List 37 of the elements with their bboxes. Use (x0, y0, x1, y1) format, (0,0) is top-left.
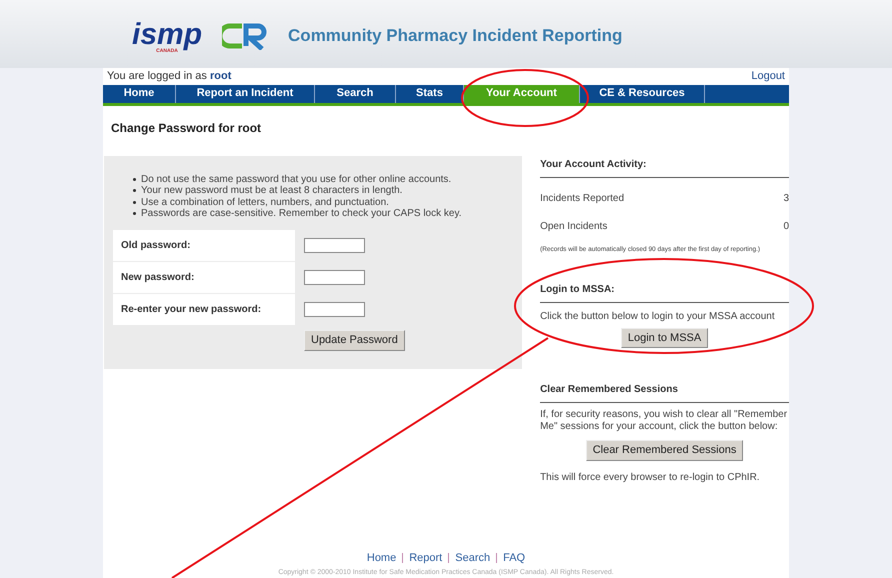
sessions-text: If, for security reasons, you wish to clear all "Remember Me" sessions for your account, click the button below: (540, 409, 788, 433)
sessions-note: This will force every browser to re-login to CPhIR. (540, 470, 761, 484)
footer-link[interactable]: FAQ (503, 550, 526, 566)
password-rule: Do not use the same password that you use for other online accounts. (133, 174, 514, 185)
login-status: You are logged in as root (107, 69, 232, 84)
site-title: Community Pharmacy Incident Reporting (288, 24, 622, 47)
activity-label: Incidents Reported (540, 192, 624, 206)
nav-tab[interactable]: Home (103, 84, 176, 102)
section-heading: Clear Remembered Sessions (540, 382, 789, 403)
activity-value: 0 (783, 220, 789, 234)
nav-tab[interactable]: Report an Incident (176, 84, 315, 102)
activity-value: 3 (783, 192, 789, 206)
login-mssa-button[interactable]: Login to MSSA (620, 328, 708, 348)
field-label: Re-enter your new password: (113, 294, 295, 324)
logo-text: ismp (132, 21, 202, 49)
nav-tab[interactable]: Search (315, 84, 396, 102)
logout-link[interactable]: Logout (751, 68, 785, 84)
clear-sessions-button[interactable]: Clear Remembered Sessions (586, 440, 744, 460)
footer-link[interactable]: Home (366, 550, 396, 566)
section-heading: Your Account Activity: (540, 156, 789, 178)
logo-icon (222, 22, 268, 50)
page-title: Change Password for root (110, 120, 262, 134)
footer-link[interactable]: Report (409, 550, 442, 566)
password-rule: Your new password must be at least 8 characters in length. (133, 185, 514, 196)
mssa-text: Click the button below to login to your MSSA account (540, 310, 776, 324)
activity-label: Open Incidents (540, 220, 608, 234)
nav-tab[interactable]: CE & Resources (580, 84, 705, 102)
password-field[interactable] (304, 302, 365, 316)
section-heading: Login to MSSA: (540, 282, 789, 302)
update-password-button[interactable]: Update Password (304, 330, 405, 351)
footer-link[interactable]: Search (455, 550, 490, 566)
field-label: New password: (113, 262, 295, 292)
field-label: Old password: (113, 230, 295, 260)
password-field[interactable] (304, 270, 365, 284)
password-field[interactable] (304, 238, 365, 252)
password-rule: Use a combination of letters, numbers, and punctuation. (133, 196, 514, 208)
password-rule: Passwords are case-sensitive. Remember to check your CAPS lock key. (133, 208, 514, 220)
